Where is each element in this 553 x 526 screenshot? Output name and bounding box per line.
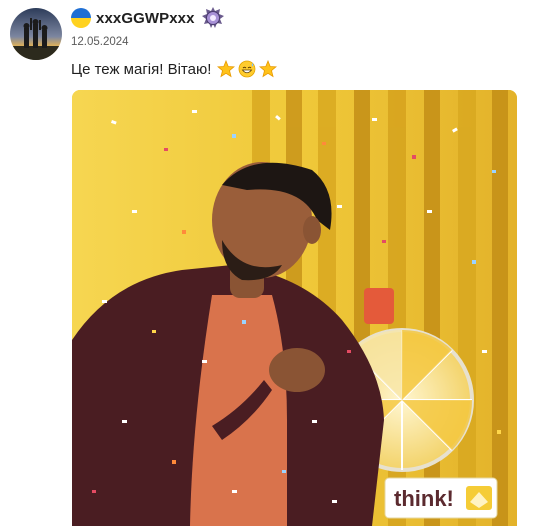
username[interactable]: xxxGGWPxxx <box>96 10 195 27</box>
gif-scene: think! <box>72 90 517 526</box>
avatar-image <box>10 8 62 60</box>
ukraine-flag-icon <box>71 8 91 28</box>
star-emoji-icon <box>259 59 278 78</box>
star-emoji-icon <box>217 59 236 78</box>
gif-media[interactable]: think! <box>72 90 517 526</box>
comment-post: xxxGGWPxxx 12.05.2024 Це теж магія! Віта… <box>0 0 553 526</box>
post-date: 12.05.2024 <box>71 36 129 48</box>
message-text: Це теж магія! Вітаю! <box>71 60 212 78</box>
guild-badge-icon <box>201 6 225 30</box>
watermark-text: think! <box>394 486 454 511</box>
post-header: xxxGGWPxxx <box>71 7 225 29</box>
post-message: Це теж магія! Вітаю! <box>71 59 278 79</box>
think-watermark: think! <box>384 477 498 519</box>
avatar[interactable] <box>10 8 62 60</box>
grinning-sweat-emoji-icon <box>238 60 256 78</box>
